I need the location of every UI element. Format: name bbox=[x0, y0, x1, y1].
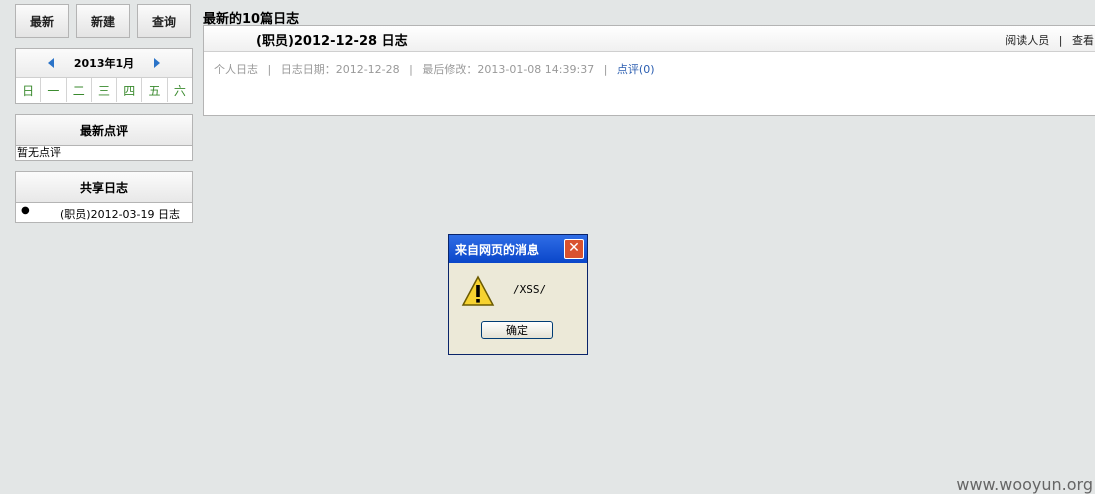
calendar-weekdays: 日 一 二 三 四 五 六 bbox=[16, 78, 192, 102]
no-comments-text: 暂无点评 bbox=[17, 146, 61, 159]
diary-date: 日志日期：2012-12-28 bbox=[280, 63, 400, 76]
readers-link[interactable]: 阅读人员 bbox=[1005, 34, 1049, 47]
new-button[interactable]: 新建 bbox=[76, 4, 130, 38]
separator: | bbox=[1058, 34, 1063, 47]
weekday: 一 bbox=[41, 78, 67, 102]
diary-actions: 阅读人员 | 查看 bbox=[1005, 32, 1094, 48]
bullet-icon: ● bbox=[21, 205, 30, 216]
calendar: 2013年1月 日 一 二 三 四 五 六 bbox=[15, 48, 193, 104]
weekday: 五 bbox=[142, 78, 168, 102]
latest-button[interactable]: 最新 bbox=[15, 4, 69, 38]
dialog-message: /XSS/ bbox=[513, 283, 547, 296]
next-month-icon[interactable] bbox=[154, 58, 161, 68]
watermark: www.wooyun.org bbox=[956, 475, 1093, 494]
separator: | bbox=[267, 63, 272, 76]
diary-type: 个人日志 bbox=[214, 63, 258, 76]
search-button[interactable]: 查询 bbox=[137, 4, 191, 38]
latest-comments-panel: 最新点评 暂无点评 bbox=[15, 114, 193, 161]
shared-diary-title: 共享日志 bbox=[16, 172, 192, 203]
dialog-title: 来自网页的消息 bbox=[455, 243, 540, 257]
warning-icon bbox=[461, 275, 495, 310]
separator: | bbox=[603, 63, 608, 76]
weekday: 六 bbox=[173, 83, 186, 98]
diary-entry: (职员)2012-12-28 日志 阅读人员 | 查看 个人日志 | 日志日期：… bbox=[203, 25, 1095, 116]
ok-button[interactable]: 确定 bbox=[481, 321, 553, 339]
latest-comments-title: 最新点评 bbox=[16, 115, 192, 146]
comments-link[interactable]: 点评(0) bbox=[617, 63, 655, 76]
weekday: 二 bbox=[67, 78, 92, 102]
diary-titlebar: (职员)2012-12-28 日志 阅读人员 | 查看 bbox=[204, 26, 1095, 52]
calendar-header: 2013年1月 bbox=[16, 49, 192, 78]
weekday: 三 bbox=[92, 78, 118, 102]
diary-title[interactable]: (职员)2012-12-28 日志 bbox=[256, 30, 408, 49]
dialog-titlebar: 来自网页的消息 ✕ bbox=[449, 235, 587, 263]
weekday: 日 bbox=[16, 78, 42, 102]
diary-meta: 个人日志 | 日志日期：2012-12-28 | 最后修改：2013-01-08… bbox=[214, 61, 655, 77]
shared-diary-panel: 共享日志 ● (职员)2012-03-19 日志 bbox=[15, 171, 193, 223]
view-link[interactable]: 查看 bbox=[1072, 34, 1094, 47]
calendar-month: 2013年1月 bbox=[73, 57, 135, 70]
weekday: 四 bbox=[117, 78, 143, 102]
prev-month-icon[interactable] bbox=[47, 58, 54, 68]
alert-dialog: 来自网页的消息 ✕ /XSS/ 确定 bbox=[448, 234, 588, 355]
list-item[interactable]: ● (职员)2012-03-19 日志 bbox=[16, 203, 192, 223]
separator: | bbox=[409, 63, 413, 76]
diary-modified: 最后修改：2013-01-08 14:39:37 bbox=[422, 63, 595, 76]
shared-diary-link[interactable]: (职员)2012-03-19 日志 bbox=[60, 206, 180, 222]
close-icon[interactable]: ✕ bbox=[564, 239, 584, 259]
